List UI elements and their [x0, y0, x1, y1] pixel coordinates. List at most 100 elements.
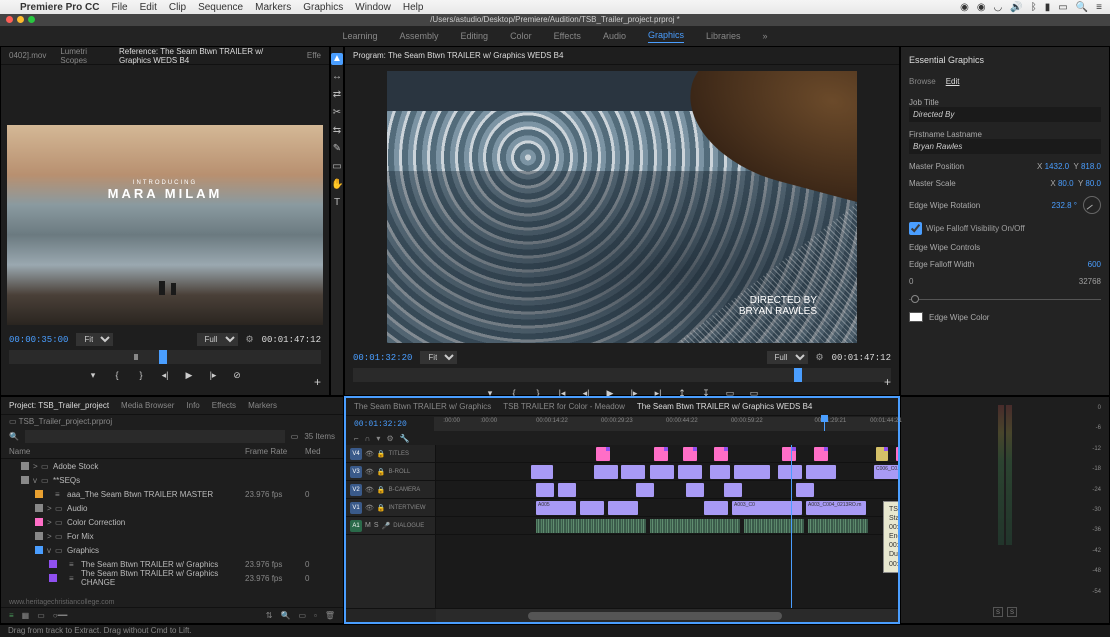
timeline-scrollbar[interactable]	[436, 609, 898, 622]
menu-file[interactable]: File	[111, 2, 127, 13]
clip[interactable]	[636, 483, 654, 497]
track-target-a1[interactable]: A1	[350, 520, 362, 532]
workspace-audio[interactable]: Audio	[603, 31, 626, 41]
label-swatch[interactable]	[35, 532, 43, 540]
proj-tab-project[interactable]: Project: TSB_Trailer_project	[9, 401, 109, 410]
menu-markers[interactable]: Markers	[255, 2, 291, 13]
source-tc-in[interactable]: 00:00:35:00	[9, 335, 68, 345]
eye-icon[interactable]: 👁	[365, 486, 374, 494]
eg-rotation-dial[interactable]	[1083, 196, 1101, 214]
track-target-v3[interactable]: V3	[350, 466, 362, 478]
col-framerate[interactable]: Frame Rate	[245, 447, 305, 456]
solo-r[interactable]: S	[1007, 607, 1017, 617]
battery-icon[interactable]: ▮	[1045, 2, 1051, 13]
eg-jobtitle-input[interactable]	[909, 107, 1101, 122]
timeline-ruler[interactable]: :00:00 :00:00 00:00:14:22 00:00:29:23 00…	[434, 417, 898, 431]
pen-tool-icon[interactable]: ✎	[331, 143, 343, 155]
rect-tool-icon[interactable]: ▭	[331, 161, 343, 173]
menu-edit[interactable]: Edit	[140, 2, 157, 13]
program-tab[interactable]: Program: The Seam Btwn TRAILER w/ Graphi…	[353, 51, 563, 60]
track-target-v1[interactable]: V1	[350, 502, 362, 514]
track-target-v4[interactable]: V4	[350, 448, 362, 460]
out-icon[interactable]: }	[134, 370, 148, 384]
workspace-overflow-icon[interactable]: »	[763, 31, 768, 41]
source-tab-clip[interactable]: 0402].mov	[9, 51, 46, 60]
selection-tool-icon[interactable]: ▲	[331, 53, 343, 65]
project-row[interactable]: > ▭ Adobe Stock	[1, 459, 343, 473]
track-select-tool-icon[interactable]: ↔	[331, 71, 343, 83]
program-tc-in[interactable]: 00:01:32:20	[353, 353, 412, 363]
lock-icon[interactable]: 🔒	[377, 504, 386, 512]
workspace-effects[interactable]: Effects	[554, 31, 581, 41]
source-tab-lumetri[interactable]: Lumetri Scopes	[60, 47, 105, 65]
wifi-icon[interactable]: ◡	[994, 2, 1003, 13]
search-icon[interactable]: 🔍	[1076, 2, 1088, 13]
search-icon[interactable]: 🔍	[9, 432, 19, 441]
screen-icon[interactable]: ▭	[1058, 2, 1067, 13]
clip[interactable]	[678, 465, 702, 479]
clip[interactable]	[710, 465, 730, 479]
tl-tab-2[interactable]: The Seam Btwn TRAILER w/ Graphics WEDS B…	[637, 402, 812, 411]
disclosure-icon[interactable]: >	[47, 532, 55, 541]
clip[interactable]	[621, 465, 645, 479]
program-monitor[interactable]: DIRECTED BY BRYAN RAWLES	[387, 71, 857, 343]
project-row[interactable]: > ▭ For Mix	[1, 529, 343, 543]
audio-clip[interactable]	[650, 519, 740, 533]
clip[interactable]: 01_Title...	[896, 447, 898, 461]
clip[interactable]	[596, 447, 610, 461]
clip[interactable]	[704, 501, 728, 515]
clip[interactable]	[734, 465, 770, 479]
mute-icon[interactable]: M	[365, 522, 371, 529]
speaker-icon[interactable]: 🔊	[1010, 2, 1022, 13]
project-row[interactable]: > ▭ Color Correction	[1, 515, 343, 529]
menu-graphics[interactable]: Graphics	[303, 2, 343, 13]
workspace-assembly[interactable]: Assembly	[400, 31, 439, 41]
marker-add-icon[interactable]: ▾	[376, 434, 380, 443]
slip-tool-icon[interactable]: ⇆	[331, 125, 343, 137]
disclosure-icon[interactable]: >	[47, 518, 55, 527]
audio-clip[interactable]	[808, 519, 868, 533]
proj-tab-effects[interactable]: Effects	[212, 401, 236, 410]
eg-edgerot-val[interactable]: 232.8 °	[1052, 201, 1077, 210]
razor-tool-icon[interactable]: ✂	[331, 107, 343, 119]
eye-icon[interactable]: 👁	[365, 468, 374, 476]
link-icon[interactable]: ∩	[365, 434, 371, 443]
timeline-tracks[interactable]: 01_Title... C006_C0...	[436, 445, 898, 608]
proj-search-input[interactable]	[25, 430, 285, 443]
workspace-libraries[interactable]: Libraries	[706, 31, 741, 41]
lock-icon[interactable]: 🔒	[377, 450, 386, 458]
settings-icon[interactable]: ⚙	[386, 434, 393, 443]
eg-falloff-slider[interactable]	[909, 294, 1101, 304]
clip[interactable]	[650, 465, 674, 479]
source-add-button[interactable]: +	[314, 375, 321, 389]
disclosure-icon[interactable]: v	[33, 476, 41, 485]
solo-l[interactable]: S	[993, 607, 1003, 617]
menu-clip[interactable]: Clip	[169, 2, 186, 13]
source-fit-select[interactable]: Fit	[76, 333, 113, 346]
filter-icon[interactable]: ▭	[291, 432, 299, 441]
menu-window[interactable]: Window	[355, 2, 391, 13]
disclosure-icon[interactable]: >	[47, 504, 55, 513]
cc-icon[interactable]: ◉	[960, 2, 969, 13]
in-icon[interactable]: {	[110, 370, 124, 384]
eye-icon[interactable]: 👁	[365, 450, 374, 458]
clip[interactable]	[531, 465, 553, 479]
type-tool-icon[interactable]: T	[331, 197, 343, 209]
source-ruler[interactable]	[9, 350, 321, 364]
freeform-view-icon[interactable]: ▭	[37, 611, 45, 620]
eg-falloffwidth-val[interactable]: 600	[1088, 260, 1101, 269]
project-row[interactable]: v ▭ **SEQs	[1, 473, 343, 487]
clip[interactable]	[724, 483, 742, 497]
workspace-color[interactable]: Color	[510, 31, 532, 41]
maximize-button[interactable]	[28, 16, 35, 23]
find-icon[interactable]: 🔍	[280, 611, 290, 620]
icon-view-icon[interactable]: ▦	[22, 611, 30, 620]
sort-icon[interactable]: ⇅	[266, 611, 273, 620]
step-fwd-icon[interactable]: |▸	[206, 370, 220, 384]
clip[interactable]	[608, 501, 638, 515]
source-settings-icon[interactable]: ⚙	[246, 334, 254, 345]
col-name[interactable]: Name	[9, 447, 245, 456]
clip[interactable]	[714, 447, 728, 461]
program-fit-select[interactable]: Fit	[420, 351, 457, 364]
clip[interactable]	[796, 483, 814, 497]
